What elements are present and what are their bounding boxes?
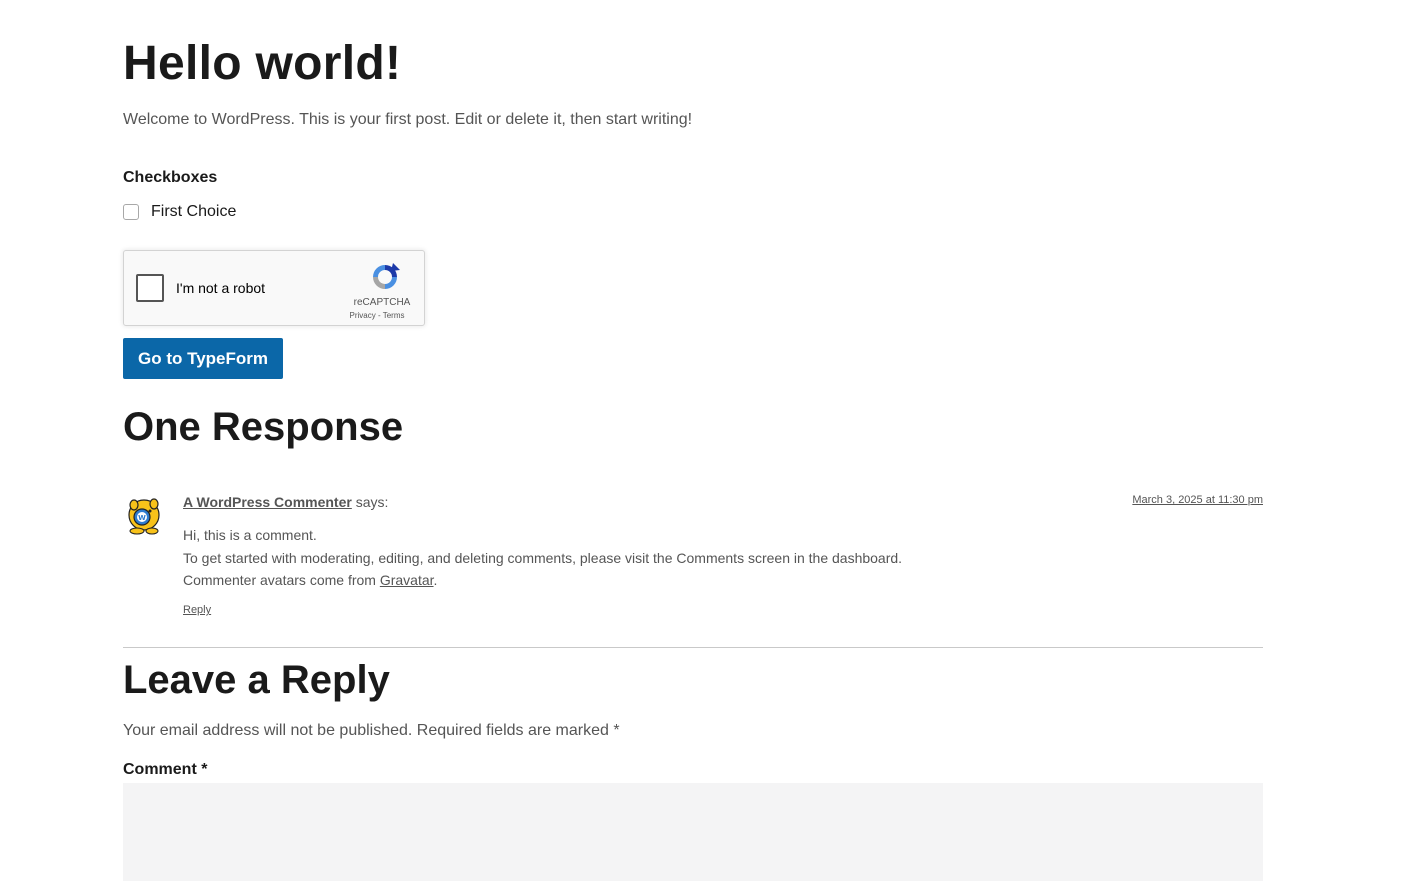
recaptcha-privacy-link[interactable]: Privacy: [350, 311, 376, 320]
recaptcha-label: I'm not a robot: [176, 280, 266, 296]
wapuu-avatar-icon: W: [128, 498, 160, 535]
comment-says: says:: [351, 494, 389, 510]
comment-line-3-prefix: Commenter avatars come from: [183, 572, 380, 588]
go-to-typeform-button[interactable]: Go to TypeForm: [123, 338, 284, 379]
post-title: Hello world!: [123, 37, 402, 90]
leave-reply-heading: Leave a Reply: [123, 658, 390, 702]
recaptcha-terms-link[interactable]: Terms: [383, 311, 405, 320]
recaptcha-links: Privacy - Terms: [342, 311, 412, 320]
comment-field-label: Comment *: [123, 761, 208, 778]
comment-textarea[interactable]: [123, 783, 1263, 881]
recaptcha-brand: reCAPTCHA: [353, 297, 411, 308]
comment-author-link[interactable]: A WordPress Commenter: [183, 494, 352, 510]
comment-date-link[interactable]: March 3, 2025 at 11:30 pm: [1132, 494, 1263, 506]
page: Hello world! Welcome to WordPress. This …: [0, 0, 1403, 881]
comment-line-3: Commenter avatars come from Gravatar.: [183, 569, 902, 592]
comment-meta: A WordPress Commenter says:: [183, 494, 388, 510]
first-choice-checkbox[interactable]: [123, 204, 139, 220]
first-choice-label[interactable]: First Choice: [151, 203, 236, 221]
section-divider: [123, 647, 1263, 648]
recaptcha-separator: -: [375, 311, 383, 320]
recaptcha-widget: I'm not a robot reCAPTCHA Privacy - Term…: [123, 250, 425, 326]
svg-text:W: W: [138, 514, 146, 522]
comment-body: Hi, this is a comment. To get started wi…: [183, 524, 902, 592]
post-body: Welcome to WordPress. This is your first…: [123, 111, 693, 128]
checkbox-group-label: Checkboxes: [123, 169, 218, 186]
recaptcha-checkbox[interactable]: [136, 274, 164, 302]
first-choice-option[interactable]: First Choice: [123, 203, 236, 221]
comment-line-1: Hi, this is a comment.: [183, 527, 317, 543]
responses-heading: One Response: [123, 405, 404, 449]
gravatar-link[interactable]: Gravatar: [380, 572, 434, 588]
comment-line-3-suffix: .: [433, 572, 438, 588]
comment-notes: Your email address will not be published…: [123, 722, 620, 739]
comment-reply-link[interactable]: Reply: [183, 604, 211, 616]
comment-line-2: To get started with moderating, editing,…: [183, 549, 903, 566]
recaptcha-logo-icon: [373, 263, 400, 289]
